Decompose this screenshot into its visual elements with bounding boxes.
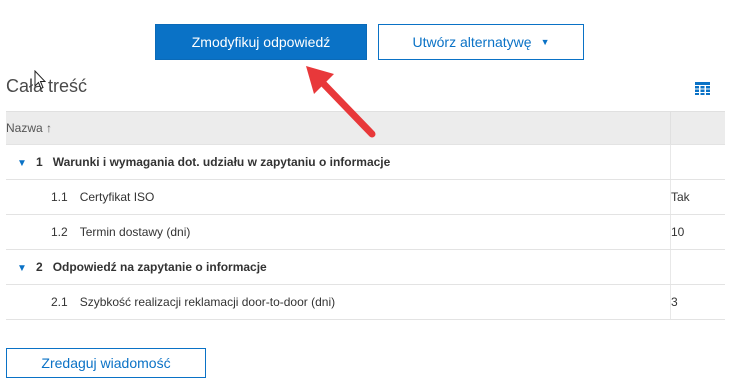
item-label: Szybkość realizacji reklamacji door-to-d… bbox=[79, 295, 336, 309]
group-number: 2 bbox=[36, 260, 43, 274]
group-number: 1 bbox=[36, 155, 43, 169]
item-number: 2.1 bbox=[51, 295, 68, 309]
table-row[interactable]: 1.1 Certyfikat ISO Tak bbox=[6, 179, 725, 215]
section-title: Cała treść bbox=[6, 76, 88, 96]
expand-toggle-icon[interactable]: ▼ bbox=[17, 263, 27, 274]
group-cell: ▼ 2 Odpowiedź na zapytanie o informacje bbox=[6, 249, 671, 285]
item-label: Certyfikat ISO bbox=[79, 190, 155, 204]
group-label: Warunki i wymagania dot. udziału w zapyt… bbox=[52, 155, 391, 169]
expand-toggle-icon[interactable]: ▼ bbox=[17, 158, 27, 169]
mouse-cursor-icon bbox=[34, 70, 46, 90]
item-label: Termin dostawy (dni) bbox=[79, 225, 191, 239]
group-cell: ▼ 1 Warunki i wymagania dot. udziału w zap… bbox=[6, 144, 671, 180]
chevron-down-icon: ▼ bbox=[540, 37, 550, 47]
item-number: 1.1 bbox=[51, 190, 68, 204]
modify-response-button[interactable]: Zmodyfikuj odpowiedź bbox=[155, 24, 367, 60]
column-header-value bbox=[670, 111, 725, 145]
edit-message-button[interactable]: Zredaguj wiadomość bbox=[6, 348, 206, 378]
item-cell: 1.2 Termin dostawy (dni) bbox=[6, 214, 671, 250]
create-alternative-label: Utwórz alternatywę bbox=[412, 34, 532, 50]
item-cell: 2.1 Szybkość realizacji reklamacji door-t… bbox=[6, 284, 671, 320]
item-cell: 1.1 Certyfikat ISO bbox=[6, 179, 671, 215]
group-value-cell bbox=[670, 144, 725, 180]
table-row[interactable]: 2.1 Szybkość realizacji reklamacji door-t… bbox=[6, 284, 725, 320]
red-arrow-annotation bbox=[306, 66, 376, 138]
group-value-cell bbox=[670, 249, 725, 285]
item-value: 10 bbox=[670, 214, 725, 250]
group-row[interactable]: ▼ 2 Odpowiedź na zapytanie o informacje bbox=[6, 249, 725, 285]
group-row[interactable]: ▼ 1 Warunki i wymagania dot. udziału w zap… bbox=[6, 144, 725, 180]
item-number: 1.2 bbox=[51, 225, 68, 239]
table-grid-icon[interactable] bbox=[695, 82, 710, 95]
table-row[interactable]: 1.2 Termin dostawy (dni) 10 bbox=[6, 214, 725, 250]
group-label: Odpowiedź na zapytanie o informacje bbox=[52, 260, 267, 274]
item-value: Tak bbox=[670, 179, 725, 215]
create-alternative-button[interactable]: Utwórz alternatywę ▼ bbox=[378, 24, 584, 60]
item-value: 3 bbox=[670, 284, 725, 320]
